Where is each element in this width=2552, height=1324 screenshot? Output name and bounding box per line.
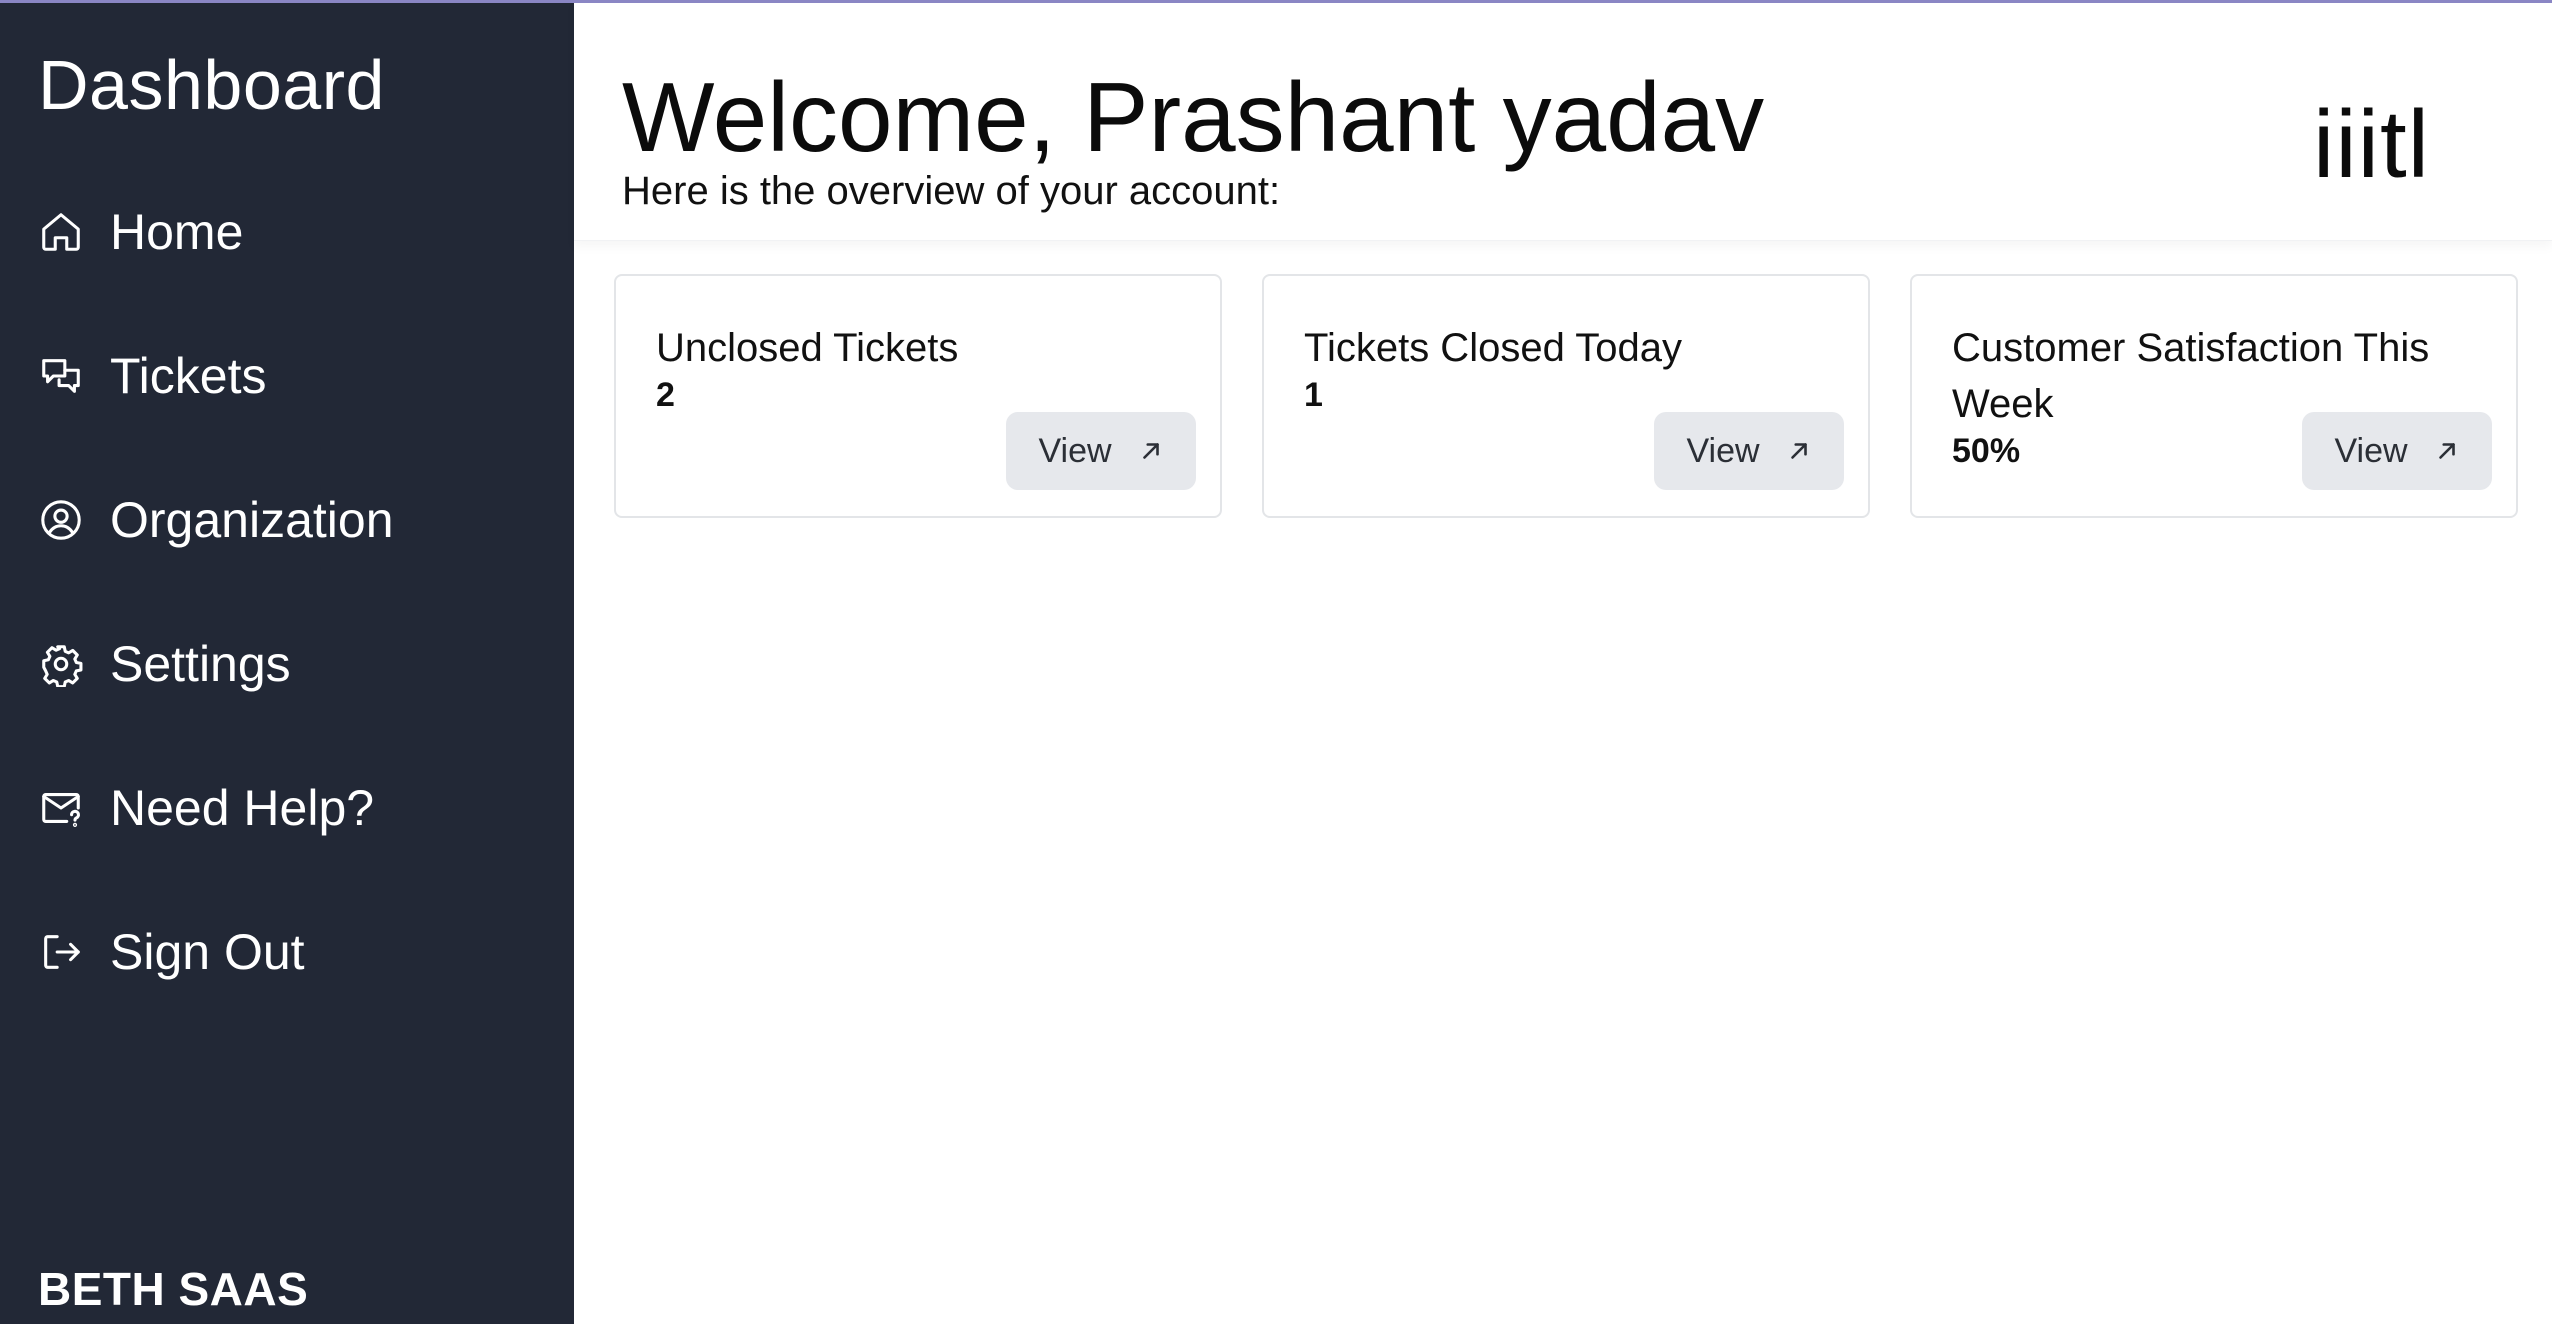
card-title: Tickets Closed Today <box>1304 326 1682 370</box>
card-title: Unclosed Tickets <box>656 326 959 370</box>
sidebar-nav: Home Tickets Organization Settings Need … <box>38 160 538 1024</box>
arrow-up-right-icon <box>2438 443 2455 459</box>
page-subtitle: Here is the overview of your account: <box>622 169 1281 213</box>
page-title: Welcome, Prashant yadav <box>622 62 1765 172</box>
stat-card-customer-satisfaction: Customer Satisfaction This Week 50% View <box>1910 274 2518 518</box>
main-content: Welcome, Prashant yadav Here is the over… <box>574 0 2552 1324</box>
view-button-label: View <box>1038 431 1112 470</box>
sidebar-item-tickets[interactable]: Tickets <box>38 304 538 448</box>
sidebar: Dashboard Home Tickets Organization Sett… <box>0 0 574 1324</box>
mail-question-icon <box>38 785 84 831</box>
user-circle-icon <box>38 497 84 543</box>
gear-icon <box>38 641 84 687</box>
stats-cards: Unclosed Tickets 2 View Tickets Closed T… <box>614 274 2518 518</box>
view-button-label: View <box>2334 431 2408 470</box>
view-button[interactable]: View <box>1006 412 1196 490</box>
sidebar-item-label: Sign Out <box>110 924 305 980</box>
arrow-up-right-icon <box>1790 443 1807 459</box>
organization-logo: iiitl <box>2313 91 2430 198</box>
brand-name: BETH SAAS <box>38 1263 309 1315</box>
stat-card-tickets-closed-today: Tickets Closed Today 1 View <box>1262 274 1870 518</box>
sidebar-item-label: Home <box>110 204 244 260</box>
sidebar-item-settings[interactable]: Settings <box>38 592 538 736</box>
page-header: Welcome, Prashant yadav Here is the over… <box>574 0 2552 241</box>
sidebar-item-label: Settings <box>110 636 291 692</box>
sidebar-title: Dashboard <box>38 46 385 124</box>
sidebar-item-label: Need Help? <box>110 780 375 836</box>
arrow-up-right-icon <box>1142 443 1159 459</box>
view-button[interactable]: View <box>1654 412 1844 490</box>
sidebar-item-label: Tickets <box>110 348 267 404</box>
view-button-label: View <box>1686 431 1760 470</box>
sidebar-item-sign-out[interactable]: Sign Out <box>38 880 538 1024</box>
view-button[interactable]: View <box>2302 412 2492 490</box>
sidebar-item-need-help[interactable]: Need Help? <box>38 736 538 880</box>
sidebar-item-label: Organization <box>110 492 394 548</box>
app-root: Dashboard Home Tickets Organization Sett… <box>0 0 2552 1324</box>
sidebar-item-home[interactable]: Home <box>38 160 538 304</box>
sign-out-icon <box>38 929 84 975</box>
chat-bubbles-icon <box>38 353 84 399</box>
sidebar-item-organization[interactable]: Organization <box>38 448 538 592</box>
home-icon <box>38 209 84 255</box>
top-accent-line <box>0 0 2552 3</box>
stat-card-unclosed-tickets: Unclosed Tickets 2 View <box>614 274 1222 518</box>
card-value: 50% <box>1952 432 2021 470</box>
card-value: 1 <box>1304 376 1323 414</box>
card-value: 2 <box>656 376 675 414</box>
